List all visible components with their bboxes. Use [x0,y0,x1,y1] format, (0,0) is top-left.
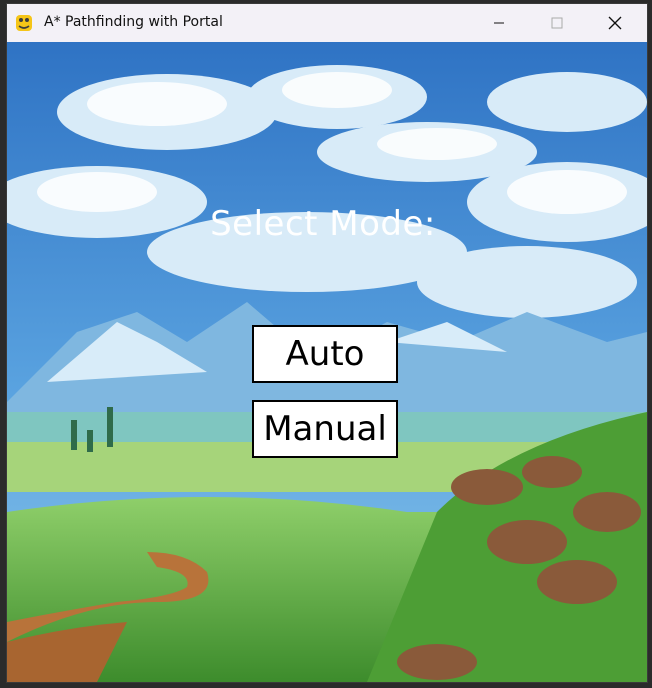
close-button[interactable] [592,4,638,42]
title-bar[interactable]: A* Pathfinding with Portal [7,4,647,42]
select-mode-heading: Select Mode: [210,204,436,244]
pygame-snake-icon [16,15,32,31]
close-icon [608,16,622,30]
maximize-button[interactable] [534,4,580,42]
maximize-icon [551,17,563,29]
game-canvas[interactable]: Select Mode: Auto Manual [7,42,647,682]
window-title: A* Pathfinding with Portal [44,14,223,30]
minimize-icon [494,22,504,24]
minimize-button[interactable] [476,4,522,42]
app-window: A* Pathfinding with Portal Select Mode: … [7,4,647,682]
auto-mode-button[interactable]: Auto [252,325,398,383]
manual-mode-button[interactable]: Manual [252,400,398,458]
